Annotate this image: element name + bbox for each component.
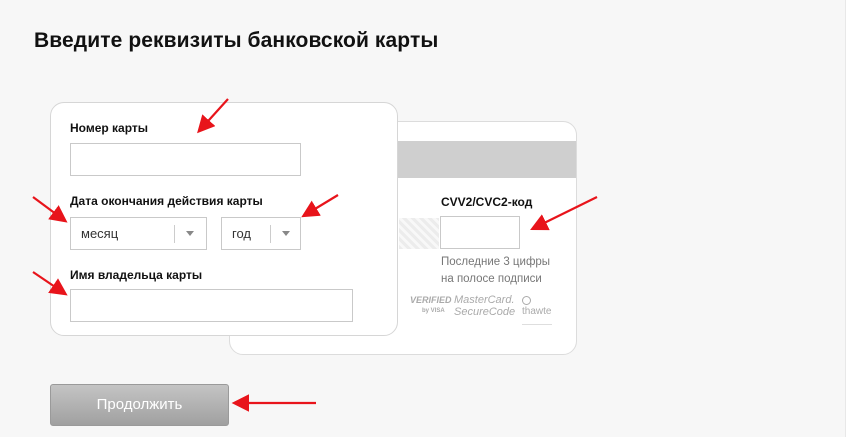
verified-by-visa-logo: VERIFIED by VISA (410, 296, 452, 316)
thawte-logo: thawte —————— (522, 296, 552, 330)
cvv-hint-line-2: на полосе подписи (441, 273, 542, 285)
select-divider (174, 225, 175, 243)
card-front-panel: Номер карты Дата окончания действия карт… (50, 102, 398, 336)
expiry-year-value: год (232, 226, 251, 241)
cardholder-name-label: Имя владельца карты (70, 268, 203, 282)
card-number-input[interactable] (70, 143, 301, 176)
mastercard-text: MasterCard. (454, 294, 515, 306)
chevron-down-icon (186, 231, 194, 236)
thawte-text: thawte (522, 306, 552, 317)
expiry-month-value: месяц (81, 226, 119, 241)
page-title: Введите реквизиты банковской карты (34, 29, 439, 52)
expiry-year-select[interactable]: год (221, 217, 301, 250)
select-divider (270, 225, 271, 243)
cvv-hint: Последние 3 цифры на полосе подписи (441, 254, 561, 288)
verified-text: VERIFIED (410, 295, 452, 305)
thawte-fine-print: —————— (522, 322, 552, 328)
expiry-month-select[interactable]: месяц (70, 217, 207, 250)
cardholder-name-input[interactable] (70, 289, 353, 322)
page: Введите реквизиты банковской карты CVV2/… (0, 0, 846, 437)
thawte-icon (522, 296, 531, 305)
cvv-hint-line-1: Последние 3 цифры (441, 256, 551, 268)
cvv-label: CVV2/CVC2-код (441, 195, 533, 209)
verified-sub-text: by VISA (422, 308, 445, 314)
cvv-input[interactable] (440, 216, 520, 249)
card-number-label: Номер карты (70, 121, 149, 135)
mastercard-securecode-logo: MasterCard. SecureCode (454, 294, 515, 318)
expiry-label: Дата окончания действия карты (70, 194, 263, 208)
chevron-down-icon (282, 231, 290, 236)
signature-strip (399, 218, 439, 249)
securecode-text: SecureCode (454, 306, 516, 318)
continue-button[interactable]: Продолжить (50, 384, 229, 426)
